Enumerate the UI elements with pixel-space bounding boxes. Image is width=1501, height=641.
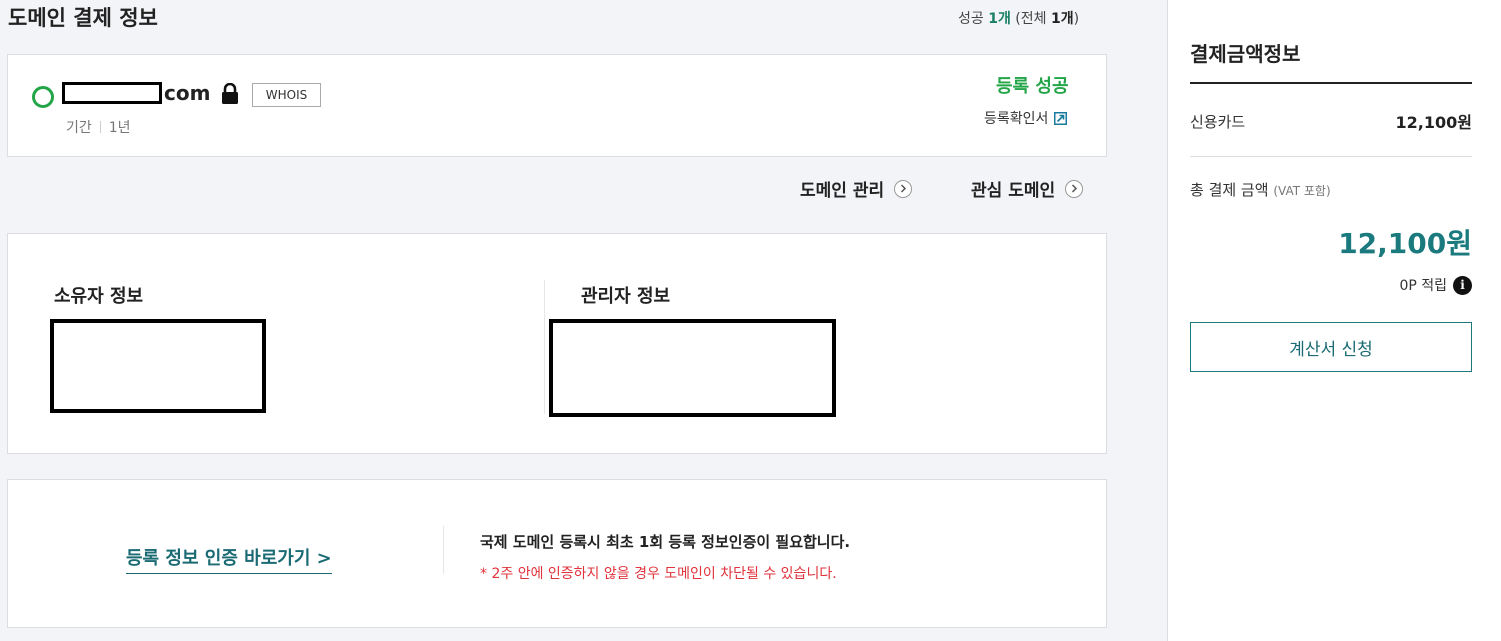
payment-panel-title: 결제금액정보: [1190, 42, 1301, 66]
total-amount: 12,100원: [1338, 227, 1472, 260]
invoice-request-button[interactable]: 계산서 신청: [1190, 322, 1472, 372]
period-value: 1년: [108, 120, 131, 136]
success-label: 성공: [958, 11, 984, 27]
vat-note: (VAT 포함): [1273, 184, 1331, 198]
total-count: 1개: [1050, 11, 1074, 27]
external-link-icon: [1054, 111, 1068, 125]
success-count: 1개: [988, 11, 1011, 27]
title-underline: [1190, 82, 1472, 84]
panel-divider: [1190, 156, 1472, 157]
domain-suffix: com: [164, 81, 211, 105]
registration-status: 등록 성공: [996, 76, 1069, 97]
redacted-admin-info: [549, 319, 836, 417]
period-label: 기간: [66, 120, 92, 136]
certificate-link[interactable]: 등록확인서: [984, 108, 1068, 128]
payment-summary-panel: [1167, 0, 1501, 641]
admin-info-title: 관리자 정보: [581, 286, 671, 307]
chevron-right-icon: [1065, 179, 1084, 198]
certificate-label: 등록확인서: [984, 111, 1049, 127]
redacted-owner-info: [50, 319, 266, 413]
points-earned: 0P 적립 i: [1330, 275, 1472, 295]
owner-info-title: 소유자 정보: [54, 286, 144, 307]
verification-link[interactable]: 등록 정보 인증 바로가기 >: [126, 544, 332, 574]
verification-warning: * 2주 안에 인증하지 않을 경우 도메인이 차단될 수 있습니다.: [480, 566, 837, 582]
success-status-icon: [32, 86, 54, 108]
period-divider: [99, 121, 101, 133]
whois-button[interactable]: WHOIS: [252, 83, 321, 107]
total-label-text: 총 결제 금액: [1190, 181, 1269, 199]
total-amount-label: 총 결제 금액 (VAT 포함): [1190, 179, 1331, 200]
total-open: (전체: [1015, 11, 1047, 27]
payment-method-amount: 12,100원: [1395, 113, 1472, 132]
registration-period: 기간 1년: [66, 117, 131, 137]
favorite-domain-link[interactable]: 관심 도메인: [971, 176, 1084, 201]
contact-divider: [544, 280, 545, 414]
lock-icon: [220, 82, 240, 105]
payment-method-label: 신용카드: [1190, 113, 1246, 131]
domain-result-card: [7, 54, 1107, 157]
redacted-domain-name: [62, 82, 162, 104]
chevron-right-icon: [894, 179, 913, 198]
verification-notice: 국제 도메인 등록시 최초 1회 등록 정보인증이 필요합니다.: [480, 533, 851, 551]
favorite-domain-label: 관심 도메인: [971, 181, 1056, 201]
verification-divider: [443, 526, 444, 574]
domain-management-label: 도메인 관리: [800, 181, 885, 201]
page-title: 도메인 결제 정보: [8, 6, 158, 30]
info-icon[interactable]: i: [1453, 275, 1472, 295]
points-label: 0P 적립: [1399, 278, 1447, 294]
total-close: ): [1073, 11, 1080, 27]
result-summary: 성공 1개 (전체 1개): [958, 8, 1079, 28]
domain-management-link[interactable]: 도메인 관리: [800, 176, 913, 201]
